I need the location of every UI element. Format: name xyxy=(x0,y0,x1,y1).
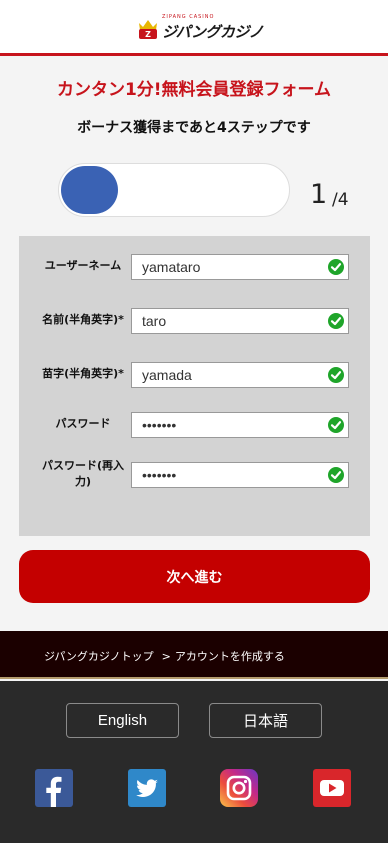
first-name-row: 名前(半角英字)* taro xyxy=(19,300,370,340)
password-confirm-input[interactable]: ••••••• xyxy=(131,462,349,488)
instagram-icon[interactable] xyxy=(220,769,258,807)
next-step-button[interactable]: 次へ進む xyxy=(19,550,370,603)
first-name-input[interactable]: taro xyxy=(131,308,349,334)
progress-fill xyxy=(61,166,118,214)
valid-check-icon xyxy=(328,467,344,483)
password-label: パスワード xyxy=(55,417,111,431)
language-english-button[interactable]: English xyxy=(66,703,179,738)
breadcrumb-home-link[interactable]: ジパングカジノトップ xyxy=(44,650,154,663)
site-header: Z ZIPANG CASINO ジパングカジノ xyxy=(0,0,388,56)
last-name-input[interactable]: yamada xyxy=(131,362,349,388)
progress-bar xyxy=(58,163,290,217)
registration-section: カンタン1分!無料会員登録フォーム ボーナス獲得まであと4ステップです 1 /4… xyxy=(0,59,388,631)
valid-check-icon xyxy=(328,313,344,329)
username-value: yamataro xyxy=(142,259,201,275)
twitter-icon[interactable] xyxy=(128,769,166,807)
password-confirm-row: パスワード(再入力) ••••••• xyxy=(19,454,370,494)
valid-check-icon xyxy=(328,417,344,433)
last-name-label: 苗字(半角英字)* xyxy=(42,367,124,381)
form-subtitle: ボーナス獲得まであと4ステップです xyxy=(77,120,311,136)
breadcrumb: ジパングカジノトップ > アカウントを作成する xyxy=(0,631,388,679)
username-row: ユーザーネーム yamataro xyxy=(19,246,370,286)
site-logo[interactable]: Z ZIPANG CASINO ジパングカジノ xyxy=(136,12,264,42)
site-footer: English 日本語 xyxy=(0,681,388,843)
username-input[interactable]: yamataro xyxy=(131,254,349,280)
valid-check-icon xyxy=(328,259,344,275)
step-current: 1 xyxy=(310,179,328,210)
valid-check-icon xyxy=(328,367,344,383)
svg-text:Z: Z xyxy=(145,30,151,39)
form-title: カンタン1分!無料会員登録フォーム xyxy=(56,80,332,100)
youtube-icon[interactable] xyxy=(313,769,351,807)
first-name-label: 名前(半角英字)* xyxy=(42,313,124,327)
registration-form: ユーザーネーム yamataro 名前(半角英字)* taro 苗字(半角英字)… xyxy=(19,236,370,536)
logo-crest-icon: Z xyxy=(139,20,157,39)
breadcrumb-trail: ジパングカジノトップ > アカウントを作成する xyxy=(44,648,285,664)
last-name-row: 苗字(半角英字)* yamada xyxy=(19,354,370,394)
facebook-icon[interactable] xyxy=(35,769,73,807)
breadcrumb-separator: > xyxy=(161,650,171,663)
logo-tagline: ZIPANG CASINO xyxy=(162,14,215,20)
password-row: パスワード ••••••• xyxy=(19,404,370,444)
first-name-value: taro xyxy=(142,313,167,329)
password-input[interactable]: ••••••• xyxy=(131,412,349,438)
password-value: ••••••• xyxy=(142,417,177,433)
username-label: ユーザーネーム xyxy=(44,259,122,273)
last-name-value: yamada xyxy=(142,367,192,383)
password-confirm-label: パスワード(再入力) xyxy=(41,459,125,488)
logo-wordmark: ジパングカジノ xyxy=(162,23,264,41)
breadcrumb-current: アカウントを作成する xyxy=(174,650,285,663)
language-japanese-button[interactable]: 日本語 xyxy=(209,703,322,738)
password-confirm-value: ••••••• xyxy=(142,467,177,483)
step-total: /4 xyxy=(332,190,349,210)
